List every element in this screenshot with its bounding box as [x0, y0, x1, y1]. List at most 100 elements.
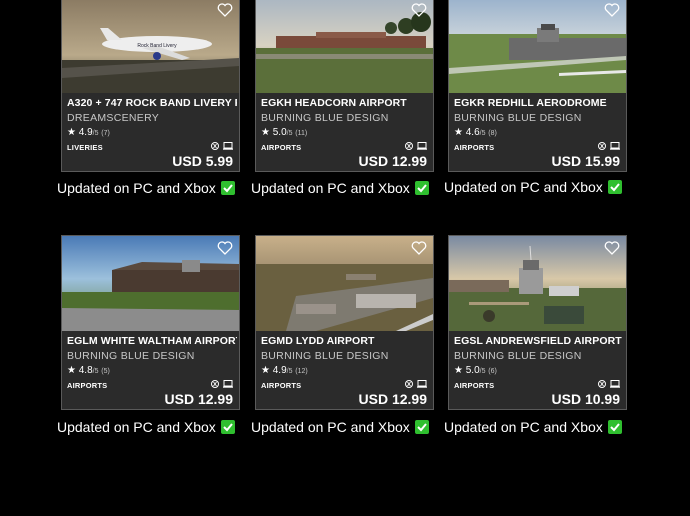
update-status: Updated on PC and Xbox	[444, 419, 622, 435]
rating-value: 4.9	[78, 127, 93, 138]
developer-name: DREAMSCENERY	[67, 112, 160, 124]
product-title: EGKH HEADCORN AIRPORT	[261, 97, 407, 109]
heart-icon[interactable]	[217, 240, 233, 256]
product-title: EGSL ANDREWSFIELD AIRPORT	[454, 335, 622, 347]
platform-icons	[405, 380, 427, 388]
product-title: A320 + 747 ROCK BAND LIVERY PACK	[67, 97, 237, 109]
rating-scale: /5	[286, 368, 293, 375]
category-label: LIVERIES	[67, 143, 103, 152]
product-thumbnail	[256, 0, 433, 93]
star-icon: ★	[454, 365, 463, 376]
product-rating: ★ 5.0/5 (11)	[261, 127, 307, 138]
category-label: AIRPORTS	[261, 143, 302, 152]
platform-icons	[211, 380, 233, 388]
platform-icons	[598, 142, 620, 150]
developer-name: BURNING BLUE DESIGN	[454, 350, 582, 362]
heart-icon[interactable]	[411, 240, 427, 256]
category-label: AIRPORTS	[67, 381, 108, 390]
pc-icon	[417, 142, 427, 149]
price: USD 12.99	[358, 153, 427, 169]
rating-scale: /5	[479, 368, 486, 375]
product-rating: ★ 4.9/5 (12)	[261, 365, 308, 376]
review-count: (6)	[488, 368, 497, 375]
update-status: Updated on PC and Xbox	[251, 180, 429, 196]
heart-icon[interactable]	[217, 2, 233, 18]
heart-icon[interactable]	[604, 240, 620, 256]
platform-icons	[405, 142, 427, 150]
star-icon: ★	[67, 365, 76, 376]
product-thumbnail	[449, 236, 626, 331]
update-status: Updated on PC and Xbox	[444, 179, 622, 195]
product-rating: ★ 4.8/5 (5)	[67, 365, 110, 376]
product-title: EGMD LYDD AIRPORT	[261, 335, 375, 347]
update-status: Updated on PC and Xbox	[57, 180, 235, 196]
pc-icon	[610, 380, 620, 387]
update-status-text: Updated on PC and Xbox	[444, 419, 603, 435]
product-rating: ★ 5.0/5 (6)	[454, 365, 497, 376]
category-label: AIRPORTS	[261, 381, 302, 390]
product-card-egsl-andrewsfield[interactable]: EGSL ANDREWSFIELD AIRPORT BURNING BLUE D…	[448, 235, 627, 410]
checkmark-icon	[414, 181, 429, 195]
pc-icon	[223, 380, 233, 387]
update-status-text: Updated on PC and Xbox	[444, 179, 603, 195]
star-icon: ★	[261, 365, 270, 376]
developer-name: BURNING BLUE DESIGN	[454, 112, 582, 124]
heart-icon[interactable]	[411, 2, 427, 18]
rating-scale: /5	[286, 130, 293, 137]
price: USD 12.99	[358, 391, 427, 407]
update-status-text: Updated on PC and Xbox	[57, 180, 216, 196]
star-icon: ★	[67, 127, 76, 138]
rating-value: 4.8	[78, 365, 93, 376]
heart-icon[interactable]	[604, 2, 620, 18]
category-label: AIRPORTS	[454, 381, 495, 390]
product-thumbnail: Rock Band Livery	[62, 0, 239, 93]
product-rating: ★ 4.6/5 (8)	[454, 127, 497, 138]
platform-icons	[211, 142, 233, 150]
price: USD 5.99	[172, 153, 233, 169]
developer-name: BURNING BLUE DESIGN	[261, 112, 389, 124]
update-status-text: Updated on PC and Xbox	[251, 180, 410, 196]
product-thumbnail	[449, 0, 626, 93]
rating-value: 5.0	[272, 127, 287, 138]
product-title: EGKR REDHILL AERODROME	[454, 97, 607, 109]
price: USD 10.99	[551, 391, 620, 407]
checkmark-icon	[220, 181, 235, 195]
price: USD 12.99	[164, 391, 233, 407]
price: USD 15.99	[551, 153, 620, 169]
product-card-egkr-redhill[interactable]: EGKR REDHILL AERODROME BURNING BLUE DESI…	[448, 0, 627, 172]
product-card-a320-747-livery[interactable]: Rock Band Livery A320 + 747 ROCK BAND LI…	[61, 0, 240, 172]
pc-icon	[417, 380, 427, 387]
pc-icon	[223, 142, 233, 149]
review-count: (12)	[295, 368, 308, 375]
product-card-eglm-white-waltham[interactable]: EGLM WHITE WALTHAM AIRPORT BURNING BLUE …	[61, 235, 240, 410]
review-count: (11)	[295, 130, 308, 137]
update-status-text: Updated on PC and Xbox	[57, 419, 216, 435]
rating-value: 5.0	[465, 365, 480, 376]
update-status: Updated on PC and Xbox	[57, 419, 235, 435]
checkmark-icon	[607, 420, 622, 434]
developer-name: BURNING BLUE DESIGN	[261, 350, 389, 362]
rating-value: 4.9	[272, 365, 287, 376]
product-thumbnail	[256, 236, 433, 331]
rating-value: 4.6	[465, 127, 480, 138]
product-title: EGLM WHITE WALTHAM AIRPORT	[67, 335, 237, 347]
svg-text:Rock Band Livery: Rock Band Livery	[137, 43, 177, 49]
review-count: (7)	[101, 130, 110, 137]
product-rating: ★ 4.9/5 (7)	[67, 127, 110, 138]
star-icon: ★	[454, 127, 463, 138]
platform-icons	[598, 380, 620, 388]
product-card-egmd-lydd[interactable]: EGMD LYDD AIRPORT BURNING BLUE DESIGN ★ …	[255, 235, 434, 410]
update-status: Updated on PC and Xbox	[251, 419, 429, 435]
checkmark-icon	[607, 180, 622, 194]
update-status-text: Updated on PC and Xbox	[251, 419, 410, 435]
product-card-egkh-headcorn[interactable]: EGKH HEADCORN AIRPORT BURNING BLUE DESIG…	[255, 0, 434, 172]
star-icon: ★	[261, 127, 270, 138]
rating-scale: /5	[479, 130, 486, 137]
rating-scale: /5	[92, 130, 99, 137]
review-count: (8)	[488, 130, 497, 137]
checkmark-icon	[414, 420, 429, 434]
checkmark-icon	[220, 420, 235, 434]
review-count: (5)	[101, 368, 110, 375]
developer-name: BURNING BLUE DESIGN	[67, 350, 195, 362]
category-label: AIRPORTS	[454, 143, 495, 152]
